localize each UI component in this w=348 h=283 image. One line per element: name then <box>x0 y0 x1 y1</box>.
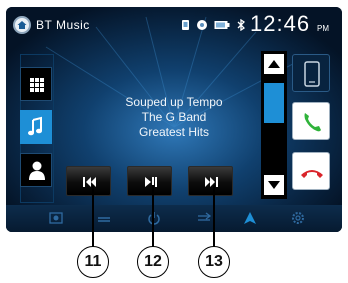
settings-dot-icon <box>197 20 207 30</box>
next-track-button[interactable] <box>188 166 233 196</box>
status-bar: BT Music 12:46 PM <box>6 7 342 43</box>
media-icon[interactable] <box>96 210 112 226</box>
arrow-down-icon <box>268 181 280 189</box>
call-accept-button[interactable] <box>292 102 330 140</box>
callout-leader-12 <box>152 185 154 247</box>
power-icon[interactable] <box>146 210 162 226</box>
callout-13: 13 <box>198 246 230 278</box>
call-accept-icon <box>304 113 321 132</box>
callout-11: 11 <box>77 246 109 278</box>
play-pause-icon <box>145 177 157 187</box>
clock-ampm: PM <box>317 24 329 33</box>
contacts-button[interactable] <box>20 153 52 187</box>
phone-device-button[interactable] <box>292 54 330 92</box>
contact-person-icon <box>29 161 45 180</box>
next-track-icon <box>205 177 218 187</box>
phone-device-icon <box>304 61 320 87</box>
radio-icon[interactable] <box>48 210 64 226</box>
previous-track-icon <box>83 177 96 187</box>
phone-signal-icon <box>182 20 189 30</box>
bluetooth-icon <box>237 19 245 31</box>
settings-gear-icon[interactable] <box>290 210 306 226</box>
arrow-up-icon <box>268 60 280 68</box>
scroll-down-button[interactable] <box>264 175 284 195</box>
eq-icon[interactable] <box>196 210 212 226</box>
scroll-thumb[interactable] <box>264 83 284 123</box>
clock-time: 12:46 <box>250 11 311 36</box>
battery-icon <box>214 21 230 29</box>
call-end-button[interactable] <box>292 152 330 190</box>
app-title: BT Music <box>36 18 90 32</box>
callout-leader-13 <box>213 185 215 247</box>
play-pause-button[interactable] <box>127 166 172 196</box>
home-icon[interactable] <box>13 16 31 34</box>
call-end-icon <box>301 170 323 178</box>
callout-leader-11 <box>92 185 94 247</box>
head-unit-screen: BT Music 12:46 PM Souped up Tempo The G … <box>6 7 342 232</box>
previous-track-button[interactable] <box>66 166 111 196</box>
navigation-icon[interactable] <box>242 210 258 226</box>
scroll-up-button[interactable] <box>264 54 284 74</box>
bottom-bar <box>6 205 342 232</box>
callout-12: 12 <box>137 246 169 278</box>
